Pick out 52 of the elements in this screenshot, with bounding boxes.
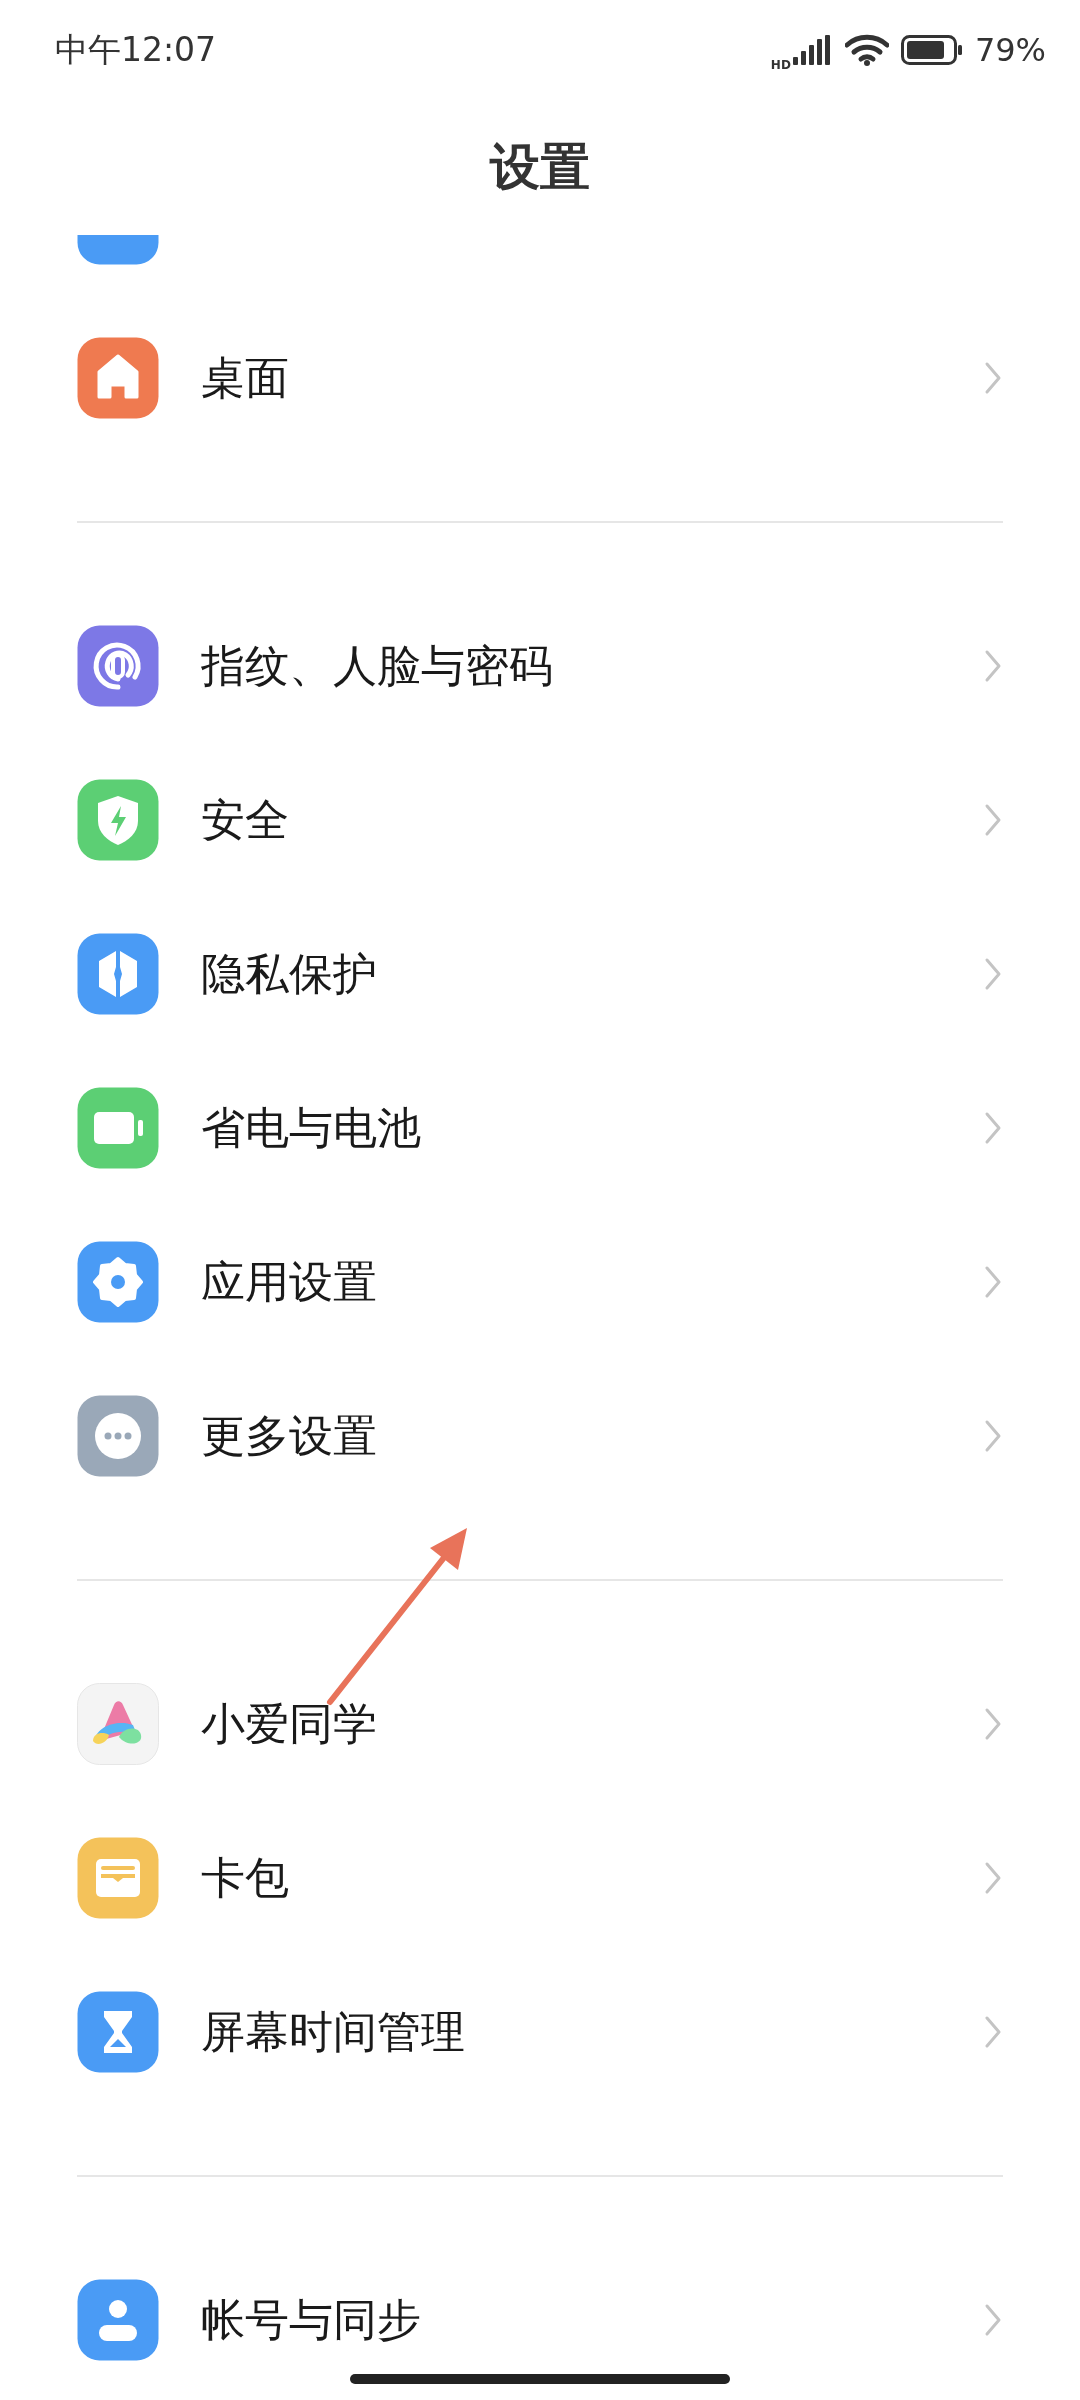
row-label: 应用设置 (201, 1254, 378, 1309)
row-label: 小爱同学 (201, 1696, 378, 1751)
settings-row[interactable]: 应用设置 (0, 1205, 1080, 1359)
battery-percent: 79% (974, 31, 1046, 69)
chevron-icon (984, 957, 1002, 991)
signal-icon (792, 35, 833, 65)
wallet-icon (77, 1837, 159, 1919)
settings-row[interactable]: 省电与电池 (0, 1051, 1080, 1205)
chevron-icon (984, 803, 1002, 837)
settings-row[interactable]: 桌面 (0, 301, 1080, 455)
shield-icon (77, 779, 159, 861)
network-label: HD (770, 58, 791, 72)
home-indicator[interactable] (350, 2374, 730, 2384)
row-label: 安全 (201, 792, 290, 847)
page-title: 设置 (490, 137, 590, 198)
row-label: 屏幕时间管理 (201, 2004, 466, 2059)
row-label: 帐号与同步 (201, 2292, 422, 2347)
house-icon (77, 337, 159, 419)
assistant-icon (77, 1683, 159, 1765)
chevron-icon (984, 1265, 1002, 1299)
privacy-icon (77, 933, 159, 1015)
settings-row[interactable]: 小爱同学 (0, 1647, 1080, 1801)
chevron-icon (984, 2015, 1002, 2049)
chevron-icon (984, 361, 1002, 395)
settings-icon (77, 1241, 159, 1323)
settings-row[interactable]: 屏幕时间管理 (0, 1955, 1080, 2109)
row-label: 省电与电池 (201, 1100, 422, 1155)
chevron-icon (984, 1111, 1002, 1145)
person-icon (77, 2279, 159, 2361)
more-icon (77, 1395, 159, 1477)
settings-row[interactable]: 隐私保护 (0, 897, 1080, 1051)
chevron-icon (984, 2303, 1002, 2337)
settings-row[interactable]: 卡包 (0, 1801, 1080, 1955)
settings-row[interactable]: 指纹、人脸与密码 (0, 589, 1080, 743)
chevron-icon (984, 1707, 1002, 1741)
fingerprint-icon (77, 625, 159, 707)
row-label: 卡包 (201, 1850, 290, 1905)
clock-time: 中午12:07 (55, 28, 217, 71)
battery-icon (900, 35, 963, 65)
wifi-icon (844, 34, 889, 66)
battery-icon (77, 1087, 159, 1169)
row-label: 桌面 (201, 350, 290, 405)
settings-row[interactable]: 帐号与同步 (0, 2243, 1080, 2397)
hourglass-icon (77, 1991, 159, 2073)
row-label: 更多设置 (201, 1408, 378, 1463)
row-label: 指纹、人脸与密码 (201, 638, 554, 693)
chevron-icon (984, 649, 1002, 683)
chevron-icon (984, 1861, 1002, 1895)
settings-row[interactable]: 安全 (0, 743, 1080, 897)
settings-row[interactable]: 更多设置 (0, 1359, 1080, 1513)
row-label: 隐私保护 (201, 946, 378, 1001)
chevron-icon (984, 1419, 1002, 1453)
